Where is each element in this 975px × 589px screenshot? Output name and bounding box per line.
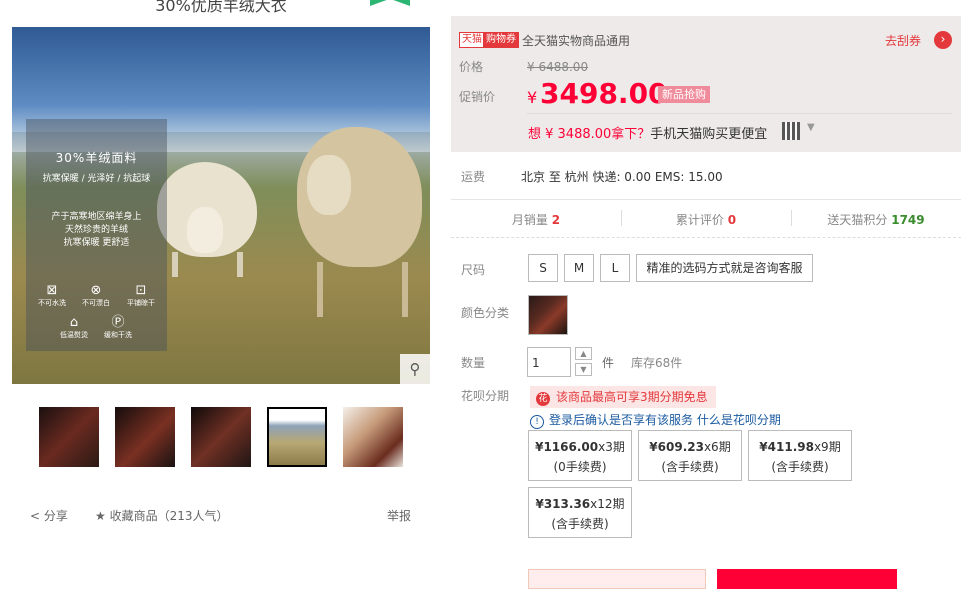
no-wash-icon: ⊠ 不可水洗 [38, 283, 66, 307]
star-icon: ★ [95, 509, 110, 523]
dry-clean-icon: Ⓟ 缓和干洗 [104, 315, 132, 339]
report-link[interactable]: 举报 [387, 507, 411, 524]
panel-description: 产于高寒地区绵羊身上 天然珍贵的羊绒 抗寒保暖 更舒适 [51, 212, 142, 248]
installment-plan-6[interactable]: ¥609.23x6期 (含手续费) [638, 430, 742, 481]
currency-symbol: ¥ [527, 88, 538, 107]
installment-plan-12[interactable]: ¥313.36x12期 (含手续费) [528, 487, 632, 538]
add-to-cart-button[interactable] [717, 569, 897, 589]
main-product-image[interactable]: 30%羊绒面料 抗寒保暖 / 光泽好 / 抗起球 产于高寒地区绵羊身上 天然珍贵… [12, 27, 430, 384]
shipping-info[interactable]: 北京 至 杭州 快递: 0.00 EMS: 15.00 [521, 168, 723, 185]
share-button[interactable]: < 分享 [30, 507, 68, 524]
installment-banner: 花该商品最高可享3期分期免息 [530, 386, 716, 408]
magnifier-icon[interactable]: ⚲ [400, 354, 430, 384]
review-count[interactable]: 累计评价 0 [621, 211, 791, 228]
get-coupon-link[interactable]: 去刮券 [885, 32, 921, 49]
chevron-right-icon[interactable]: › [934, 31, 952, 49]
panel-features: 抗寒保暖 / 光泽好 / 抗起球 [42, 174, 151, 184]
huabei-icon: 花 [536, 392, 550, 406]
original-price-label: 价格 [459, 60, 484, 74]
buy-now-button[interactable] [528, 569, 706, 589]
increase-icon[interactable]: ▲ [575, 347, 592, 360]
chevron-down-icon[interactable]: ▼ [807, 122, 815, 133]
color-swatch[interactable] [528, 295, 568, 335]
tmall-tag: 天猫 [459, 32, 485, 48]
flat-dry-icon: ⊡ 平铺晾干 [127, 283, 155, 307]
size-guide-button[interactable]: 精准的选码方式就是咨询客服 [636, 254, 813, 282]
size-option-m[interactable]: M [564, 254, 594, 282]
installment-plan-3[interactable]: ¥1166.00x3期 (0手续费) [528, 430, 632, 481]
no-bleach-icon: ⊗ 不可漂白 [82, 283, 110, 307]
thumbnail-3[interactable] [191, 407, 251, 467]
coupon-type-tag: 购物券 [483, 32, 519, 48]
quantity-unit: 件 [602, 356, 615, 370]
thumbnail-1[interactable] [39, 407, 99, 467]
installment-notice: ! 登录后确认是否享有该服务 什么是花呗分期 [530, 411, 781, 429]
thumbnail-4-selected[interactable] [267, 407, 327, 467]
decrease-icon[interactable]: ▼ [575, 363, 592, 376]
new-item-badge: 新品抢购 [658, 86, 710, 103]
coupon-description: 全天猫实物商品通用 [522, 34, 631, 48]
shipping-label: 运费 [461, 170, 486, 184]
quantity-input[interactable]: 1 [527, 347, 571, 377]
share-icon: < [30, 509, 44, 523]
color-label: 颜色分类 [461, 306, 510, 320]
low-iron-icon: ⌂ 低温熨烫 [60, 315, 88, 339]
size-option-s[interactable]: S [528, 254, 558, 282]
what-is-huabei-link[interactable]: 什么是花呗分期 [697, 413, 781, 427]
promo-price: 3498.00 [540, 77, 668, 110]
qr-code-icon[interactable] [782, 122, 800, 140]
thumbnail-5[interactable] [343, 407, 403, 467]
original-price: ¥ 6488.00 [527, 60, 589, 74]
promo-price-label: 促销价 [459, 90, 496, 104]
stock-count: 库存68件 [631, 356, 683, 370]
image-top-caption: 30%优质羊绒大衣 [155, 0, 287, 14]
thumbnail-2[interactable] [115, 407, 175, 467]
info-icon: ! [530, 415, 544, 429]
feature-panel: 30%羊绒面料 抗寒保暖 / 光泽好 / 抗起球 产于高寒地区绵羊身上 天然珍贵… [26, 119, 167, 351]
size-option-l[interactable]: L [600, 254, 630, 282]
installment-label: 花呗分期 [461, 389, 510, 403]
monthly-sales: 月销量 2 [511, 213, 561, 227]
installment-plan-9[interactable]: ¥411.98x9期 (含手续费) [748, 430, 852, 481]
panel-headline: 30%羊绒面料 [55, 151, 138, 165]
quantity-label: 数量 [461, 356, 486, 370]
tmall-points: 送天猫积分 1749 [827, 213, 925, 227]
size-label: 尺码 [461, 263, 486, 277]
mobile-promo[interactable]: 想 ¥ 3488.00拿下？手机天猫购买更便宜 [528, 123, 767, 142]
favorite-button[interactable]: ★ 收藏商品（213人气） [95, 507, 229, 524]
